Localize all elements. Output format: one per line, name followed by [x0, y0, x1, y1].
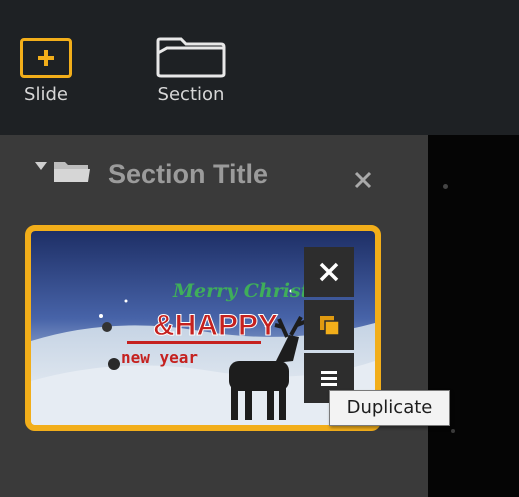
add-section-label: Section: [157, 84, 225, 105]
toolbar: Slide Section: [0, 0, 519, 135]
slide-actions: [304, 247, 354, 406]
add-slide-label: Slide: [24, 84, 68, 105]
canvas-marker: [443, 184, 448, 189]
canvas-marker: [451, 429, 455, 433]
section-header: Section Title: [0, 135, 428, 215]
menu-icon: [321, 371, 337, 386]
add-section-button[interactable]: Section: [148, 22, 234, 106]
delete-slide-button[interactable]: [304, 247, 354, 297]
duplicate-tooltip: Duplicate: [329, 390, 450, 426]
slide-text-line2: &HAPPY: [153, 309, 278, 342]
close-icon[interactable]: [353, 170, 373, 190]
slide-text-line3: new year: [121, 348, 198, 367]
section-title[interactable]: Section Title: [108, 159, 268, 190]
folder-icon: [54, 162, 90, 182]
slide-canvas[interactable]: [428, 135, 519, 497]
folder-outline-icon: [156, 37, 226, 78]
close-icon: [319, 262, 339, 282]
slides-panel: Section Title Merry Christm &HAPPY new y…: [0, 135, 428, 497]
duplicate-slide-button[interactable]: [304, 300, 354, 350]
add-slide-button[interactable]: Slide: [14, 22, 78, 106]
duplicate-icon: [320, 316, 340, 336]
add-slide-icon: [20, 38, 72, 78]
caret-down-icon[interactable]: [34, 160, 48, 172]
